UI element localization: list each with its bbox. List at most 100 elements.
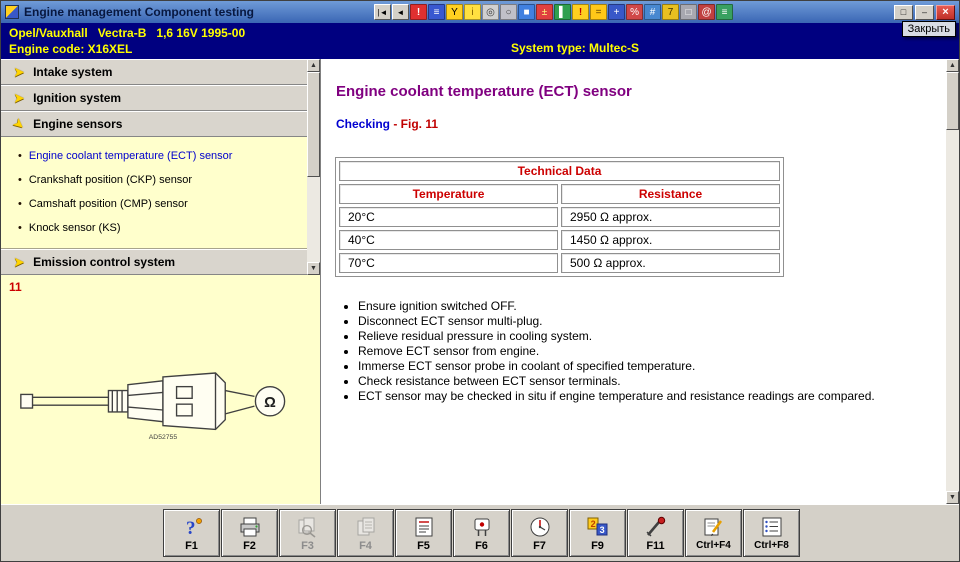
window-minimize-button[interactable]: – — [915, 4, 934, 20]
dial-icon — [527, 515, 553, 539]
step-item: Disconnect ECT sensor multi-plug. — [358, 314, 946, 328]
close-button[interactable]: × — [936, 4, 955, 20]
spark-plug-icon[interactable]: Y — [446, 4, 464, 20]
system-type-label: System type: Multec-S — [511, 41, 640, 55]
sidebar-section-engine-sensors[interactable]: ➤ Engine sensors — [1, 111, 307, 137]
scroll-thumb[interactable] — [946, 72, 959, 130]
bullet-icon: • — [18, 222, 22, 234]
fuse-icon[interactable]: = — [590, 4, 608, 20]
lamp-icon[interactable]: ! — [572, 4, 590, 20]
item-label: Engine coolant temperature (ECT) sensor — [28, 150, 233, 162]
fkey-label: Ctrl+F8 — [754, 540, 789, 551]
f1-help-button[interactable]: ? F1 — [163, 509, 220, 557]
bullet-icon: • — [18, 174, 22, 186]
probe-icon — [643, 515, 669, 539]
window-controls: □ – × — [894, 4, 955, 20]
scroll-track[interactable] — [946, 72, 959, 491]
f5-technical-data-button[interactable]: F5 — [395, 509, 452, 557]
sidebar-section-emission-control[interactable]: ➤ Emission control system — [1, 249, 307, 275]
bulb-icon[interactable]: i — [464, 4, 482, 20]
f4-button[interactable]: F4 — [337, 509, 394, 557]
item-label: Knock sensor (KS) — [28, 222, 121, 234]
sidebar: ➤ Intake system ➤ Ignition system ➤ Engi… — [1, 59, 321, 504]
warning-icon[interactable]: ! — [410, 4, 428, 20]
scroll-up-button[interactable]: ▲ — [307, 59, 320, 72]
fkey-label: F6 — [475, 539, 488, 552]
sidebar-section-ignition-system[interactable]: ➤ Ignition system — [1, 85, 307, 111]
step-item: Ensure ignition switched OFF. — [358, 299, 946, 313]
f11-test-button[interactable]: F11 — [627, 509, 684, 557]
ctrl-f8-list-button[interactable]: Ctrl+F8 — [743, 509, 800, 557]
scroll-up-button[interactable]: ▲ — [946, 59, 959, 72]
wiring-diagram-icon[interactable]: ≡ — [428, 4, 446, 20]
sidebar-item-ckp-sensor[interactable]: • Crankshaft position (CKP) sensor — [1, 168, 307, 192]
temperature-value: 20°C — [339, 207, 558, 227]
top-toolbar: |◄ ◄ ! ≡ Y i ◎ ○ ■ ± ▌ ! = + % # 7 □ @ ≡ — [374, 4, 734, 20]
manual-icon[interactable]: ▌ — [554, 4, 572, 20]
cd-icon[interactable]: ◎ — [482, 4, 500, 20]
section-arrow-icon: ➤ — [14, 91, 25, 105]
column-header-temperature: Temperature — [339, 184, 558, 204]
document-edit-icon — [701, 515, 727, 539]
scroll-track[interactable] — [307, 72, 320, 262]
title-bar: Engine management Component testing |◄ ◄… — [1, 1, 959, 23]
page-title: Engine coolant temperature (ECT) sensor — [336, 83, 632, 100]
resistance-value: 1450 Ω approx. — [561, 230, 780, 250]
svg-text:3: 3 — [599, 525, 604, 535]
bullet-icon: • — [18, 198, 22, 210]
gauge-icon[interactable]: @ — [698, 4, 716, 20]
f7-location-button[interactable]: F7 — [511, 509, 568, 557]
monitor-icon[interactable]: □ — [680, 4, 698, 20]
ect-sensor-drawing: Ω AD52755 — [19, 372, 285, 441]
window-title: Engine management Component testing — [24, 5, 255, 19]
main-area: ➤ Intake system ➤ Ignition system ➤ Engi… — [1, 59, 959, 504]
engine-sensors-sublist: • Engine coolant temperature (ECT) senso… — [1, 137, 307, 249]
window-restore-button[interactable]: □ — [894, 4, 913, 20]
steering-wheel-icon[interactable]: ○ — [500, 4, 518, 20]
app-icon — [5, 5, 19, 19]
bullet-list-icon — [759, 515, 785, 539]
checking-label: Checking — [336, 117, 391, 131]
fkey-label: F4 — [359, 539, 372, 552]
f2-print-button[interactable]: F2 — [221, 509, 278, 557]
nav-back-icon[interactable]: ◄ — [392, 4, 410, 20]
fkey-label: F5 — [417, 539, 430, 552]
service-list-icon[interactable]: ≡ — [716, 4, 734, 20]
technical-data-icon — [411, 515, 437, 539]
f3-button[interactable]: F3 — [279, 509, 336, 557]
tools-icon[interactable]: + — [608, 4, 626, 20]
table-title: Technical Data — [339, 161, 780, 181]
fkey-label: F1 — [185, 539, 198, 552]
drawing-code: AD52755 — [148, 434, 177, 441]
sidebar-section-intake-system[interactable]: ➤ Intake system — [1, 59, 307, 85]
nav-first-icon[interactable]: |◄ — [374, 4, 392, 20]
step-item: Immerse ECT sensor probe in coolant of s… — [358, 359, 946, 373]
f6-component-button[interactable]: F6 — [453, 509, 510, 557]
procedure-steps: Ensure ignition switched OFF. Disconnect… — [344, 299, 946, 403]
content-scrollbar: ▲ ▼ — [946, 59, 959, 504]
battery-icon[interactable]: ± — [536, 4, 554, 20]
ctrl-f4-notes-button[interactable]: Ctrl+F4 — [685, 509, 742, 557]
screen-icon[interactable]: ■ — [518, 4, 536, 20]
figure-reference: - Fig. 11 — [390, 117, 439, 131]
step-item: Check resistance between ECT sensor term… — [358, 374, 946, 388]
scroll-down-button[interactable]: ▼ — [946, 491, 959, 504]
figure-panel: 11 Ω AD52755 — [1, 275, 320, 504]
pages-icon — [353, 515, 379, 539]
close-tooltip: Закрыть — [901, 21, 956, 37]
engine-code-line: Engine code: X16XEL — [9, 42, 133, 56]
help-icon: ? — [179, 515, 205, 539]
table-row: 70°C 500 Ω approx. — [339, 253, 780, 273]
resistance-value: 500 Ω approx. — [561, 253, 780, 273]
sidebar-item-cmp-sensor[interactable]: • Camshaft position (CMP) sensor — [1, 192, 307, 216]
sidebar-item-ect-sensor[interactable]: • Engine coolant temperature (ECT) senso… — [1, 144, 307, 168]
scroll-down-button[interactable]: ▼ — [307, 262, 320, 275]
wrench-icon[interactable]: 7 — [662, 4, 680, 20]
scroll-thumb[interactable] — [307, 72, 320, 177]
chip-icon[interactable]: # — [644, 4, 662, 20]
table-row: 20°C 2950 Ω approx. — [339, 207, 780, 227]
sidebar-item-knock-sensor[interactable]: • Knock sensor (KS) — [1, 216, 307, 240]
fkey-label: F7 — [533, 539, 546, 552]
meter-icon[interactable]: % — [626, 4, 644, 20]
f9-values-button[interactable]: 2 3 F9 — [569, 509, 626, 557]
